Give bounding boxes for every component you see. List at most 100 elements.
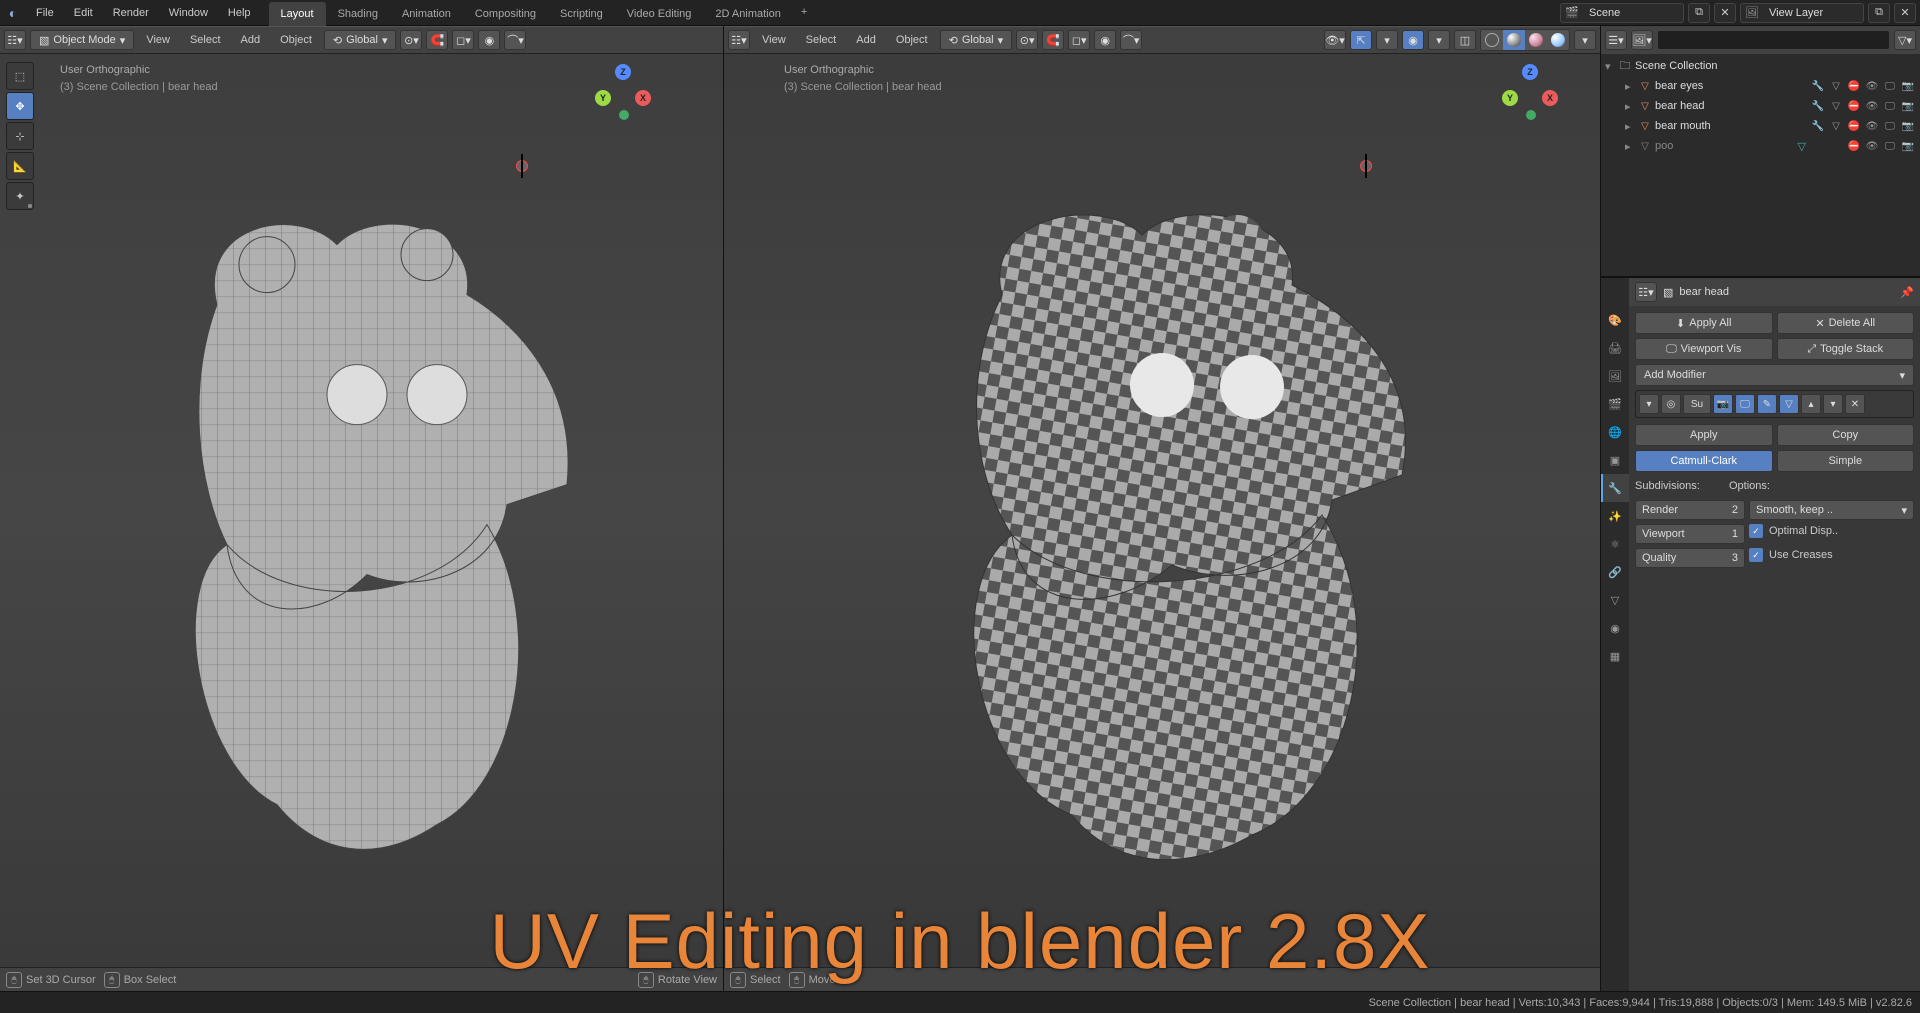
eye-icon[interactable]: 👁 <box>1864 81 1880 92</box>
monitor-icon[interactable]: 🖵 <box>1882 141 1898 152</box>
tab-material[interactable]: ◉ <box>1601 614 1629 642</box>
eye-icon[interactable]: 👁 <box>1864 141 1880 152</box>
outliner-filter[interactable]: ▽▾ <box>1894 30 1916 50</box>
viewport-left[interactable]: ⬚ ✥ ⊹ 📐 ✦ User Orthographic (3) Scene Co… <box>0 54 723 967</box>
tab-world[interactable]: 🌐 <box>1601 418 1629 446</box>
tab-output[interactable]: 🖨 <box>1601 334 1629 362</box>
tab-animation[interactable]: Animation <box>390 2 463 26</box>
use-creases-checkbox[interactable]: ✓Use Creases <box>1749 548 1914 562</box>
tab-constraints[interactable]: 🔗 <box>1601 558 1629 586</box>
select-menu[interactable]: Select <box>182 34 229 46</box>
view-menu[interactable]: View <box>754 34 794 46</box>
axis-neg[interactable] <box>619 110 629 120</box>
add-menu[interactable]: Add <box>233 34 269 46</box>
outliner-item-bear-eyes[interactable]: ▸ ▽ bear eyes 🔧▽⛔👁🖵📷 <box>1601 76 1920 96</box>
tab-video-editing[interactable]: Video Editing <box>615 2 704 26</box>
proportional-toggle[interactable]: ◉ <box>1094 30 1116 50</box>
outliner-item-bear-mouth[interactable]: ▸ ▽ bear mouth 🔧▽⛔👁🖵📷 <box>1601 116 1920 136</box>
eye-icon[interactable]: 👁 <box>1864 101 1880 112</box>
camera-icon[interactable]: 📷 <box>1900 121 1916 132</box>
outliner-display-mode[interactable]: 🖼▾ <box>1631 30 1653 50</box>
tool-tweak[interactable]: ⬚ <box>6 62 34 90</box>
tab-scripting[interactable]: Scripting <box>548 2 615 26</box>
axis-neg[interactable] <box>1526 110 1536 120</box>
viewport-right[interactable]: User Orthographic (3) Scene Collection |… <box>724 54 1600 967</box>
mod-move-up[interactable]: ▴ <box>1801 394 1821 414</box>
eye-icon[interactable]: 👁 <box>1864 121 1880 132</box>
shading-rendered[interactable] <box>1547 30 1569 50</box>
orientation-selector[interactable]: ⟲Global▾ <box>324 30 397 50</box>
pivot-dropdown[interactable]: ⊙▾ <box>400 30 422 50</box>
optimal-display-checkbox[interactable]: ✓Optimal Disp.. <box>1749 524 1914 538</box>
proportional-dropdown[interactable]: ⌒▾ <box>504 30 526 50</box>
axis-z[interactable]: Z <box>615 64 631 80</box>
shading-solid[interactable] <box>1503 30 1525 50</box>
overlay-toggle[interactable]: ◉ <box>1402 30 1424 50</box>
catmull-clark-button[interactable]: Catmull-Clark <box>1635 450 1773 472</box>
menu-edit[interactable]: Edit <box>64 0 103 26</box>
tool-add[interactable]: ✦ <box>6 182 34 210</box>
tab-mesh[interactable]: ▽ <box>1601 586 1629 614</box>
axis-z[interactable]: Z <box>1522 64 1538 80</box>
add-menu[interactable]: Add <box>848 34 884 46</box>
snap-toggle[interactable]: 🧲 <box>1042 30 1064 50</box>
tab-scene[interactable]: 🎬 <box>1601 390 1629 418</box>
shading-dropdown[interactable]: ▾ <box>1574 30 1596 50</box>
mod-delete[interactable]: ✕ <box>1845 394 1865 414</box>
camera-icon[interactable]: 📷 <box>1900 141 1916 152</box>
tab-layout[interactable]: Layout <box>269 2 326 26</box>
add-workspace-button[interactable]: + <box>793 0 815 26</box>
mesh-data-icon[interactable]: ▽ <box>1828 121 1844 132</box>
monitor-icon[interactable]: 🖵 <box>1882 101 1898 112</box>
visibility-dropdown[interactable]: 👁▾ <box>1324 30 1346 50</box>
tab-shading[interactable]: Shading <box>326 2 390 26</box>
pin-icon[interactable]: 📌 <box>1900 286 1914 299</box>
new-layer-button[interactable]: ⧉ <box>1868 3 1890 23</box>
modifier-collapse[interactable]: ▾ <box>1639 394 1659 414</box>
apply-button[interactable]: Apply <box>1635 424 1773 446</box>
close-scene-button[interactable]: ✕ <box>1714 3 1736 23</box>
tab-render[interactable]: 🎨 <box>1601 306 1629 334</box>
editor-type-dropdown[interactable]: ☷▾ <box>4 30 26 50</box>
tab-viewlayer[interactable]: 🖼 <box>1601 362 1629 390</box>
select-menu[interactable]: Select <box>798 34 845 46</box>
menu-file[interactable]: File <box>26 0 64 26</box>
pivot-dropdown[interactable]: ⊙▾ <box>1016 30 1038 50</box>
nav-gizmo-left[interactable]: Z Y X <box>593 64 653 124</box>
new-scene-button[interactable]: ⧉ <box>1688 3 1710 23</box>
render-subdivisions[interactable]: Render2 <box>1635 500 1745 520</box>
uv-smooth-dropdown[interactable]: Smooth, keep ..▾ <box>1749 500 1914 520</box>
disclosure-icon[interactable]: ▸ <box>1625 120 1637 133</box>
blender-logo-icon[interactable]: ◐ <box>0 0 26 26</box>
disclosure-icon[interactable]: ▸ <box>1625 80 1637 93</box>
axis-y[interactable]: Y <box>595 90 611 106</box>
viewlayer-selector[interactable]: 🖼 View Layer <box>1740 3 1864 23</box>
wrench-icon[interactable]: 🔧 <box>1810 101 1826 112</box>
snap-dropdown[interactable]: ◻▾ <box>1068 30 1090 50</box>
modifier-name[interactable]: Su <box>1683 394 1711 414</box>
tab-2d-animation[interactable]: 2D Animation <box>703 2 792 26</box>
mod-move-down[interactable]: ▾ <box>1823 394 1843 414</box>
menu-window[interactable]: Window <box>159 0 218 26</box>
mod-editmode-toggle[interactable]: ✎ <box>1757 394 1777 414</box>
object-menu[interactable]: Object <box>272 34 320 46</box>
mode-selector[interactable]: ▧Object Mode▾ <box>30 30 134 50</box>
axis-y[interactable]: Y <box>1502 90 1518 106</box>
menu-help[interactable]: Help <box>218 0 261 26</box>
wrench-icon[interactable]: 🔧 <box>1810 81 1826 92</box>
gizmo-toggle[interactable]: ⇱ <box>1350 30 1372 50</box>
camera-icon[interactable]: 📷 <box>1900 101 1916 112</box>
disable-icon[interactable]: ⛔ <box>1846 121 1862 132</box>
proportional-dropdown[interactable]: ⌒▾ <box>1120 30 1142 50</box>
wrench-icon[interactable]: 🔧 <box>1810 121 1826 132</box>
outliner-editor-type[interactable]: ☰▾ <box>1605 30 1627 50</box>
disable-icon[interactable]: ⛔ <box>1846 81 1862 92</box>
tool-measure[interactable]: 📐 <box>6 152 34 180</box>
shading-wireframe[interactable] <box>1481 30 1503 50</box>
monitor-icon[interactable]: 🖵 <box>1882 81 1898 92</box>
outliner-item-poo[interactable]: ▸ ▽ poo ▽ ⛔👁🖵📷 <box>1601 136 1920 156</box>
tool-cursor[interactable]: ✥ <box>6 92 34 120</box>
mesh-data-icon[interactable]: ▽ <box>1828 81 1844 92</box>
close-layer-button[interactable]: ✕ <box>1894 3 1916 23</box>
proportional-toggle[interactable]: ◉ <box>478 30 500 50</box>
